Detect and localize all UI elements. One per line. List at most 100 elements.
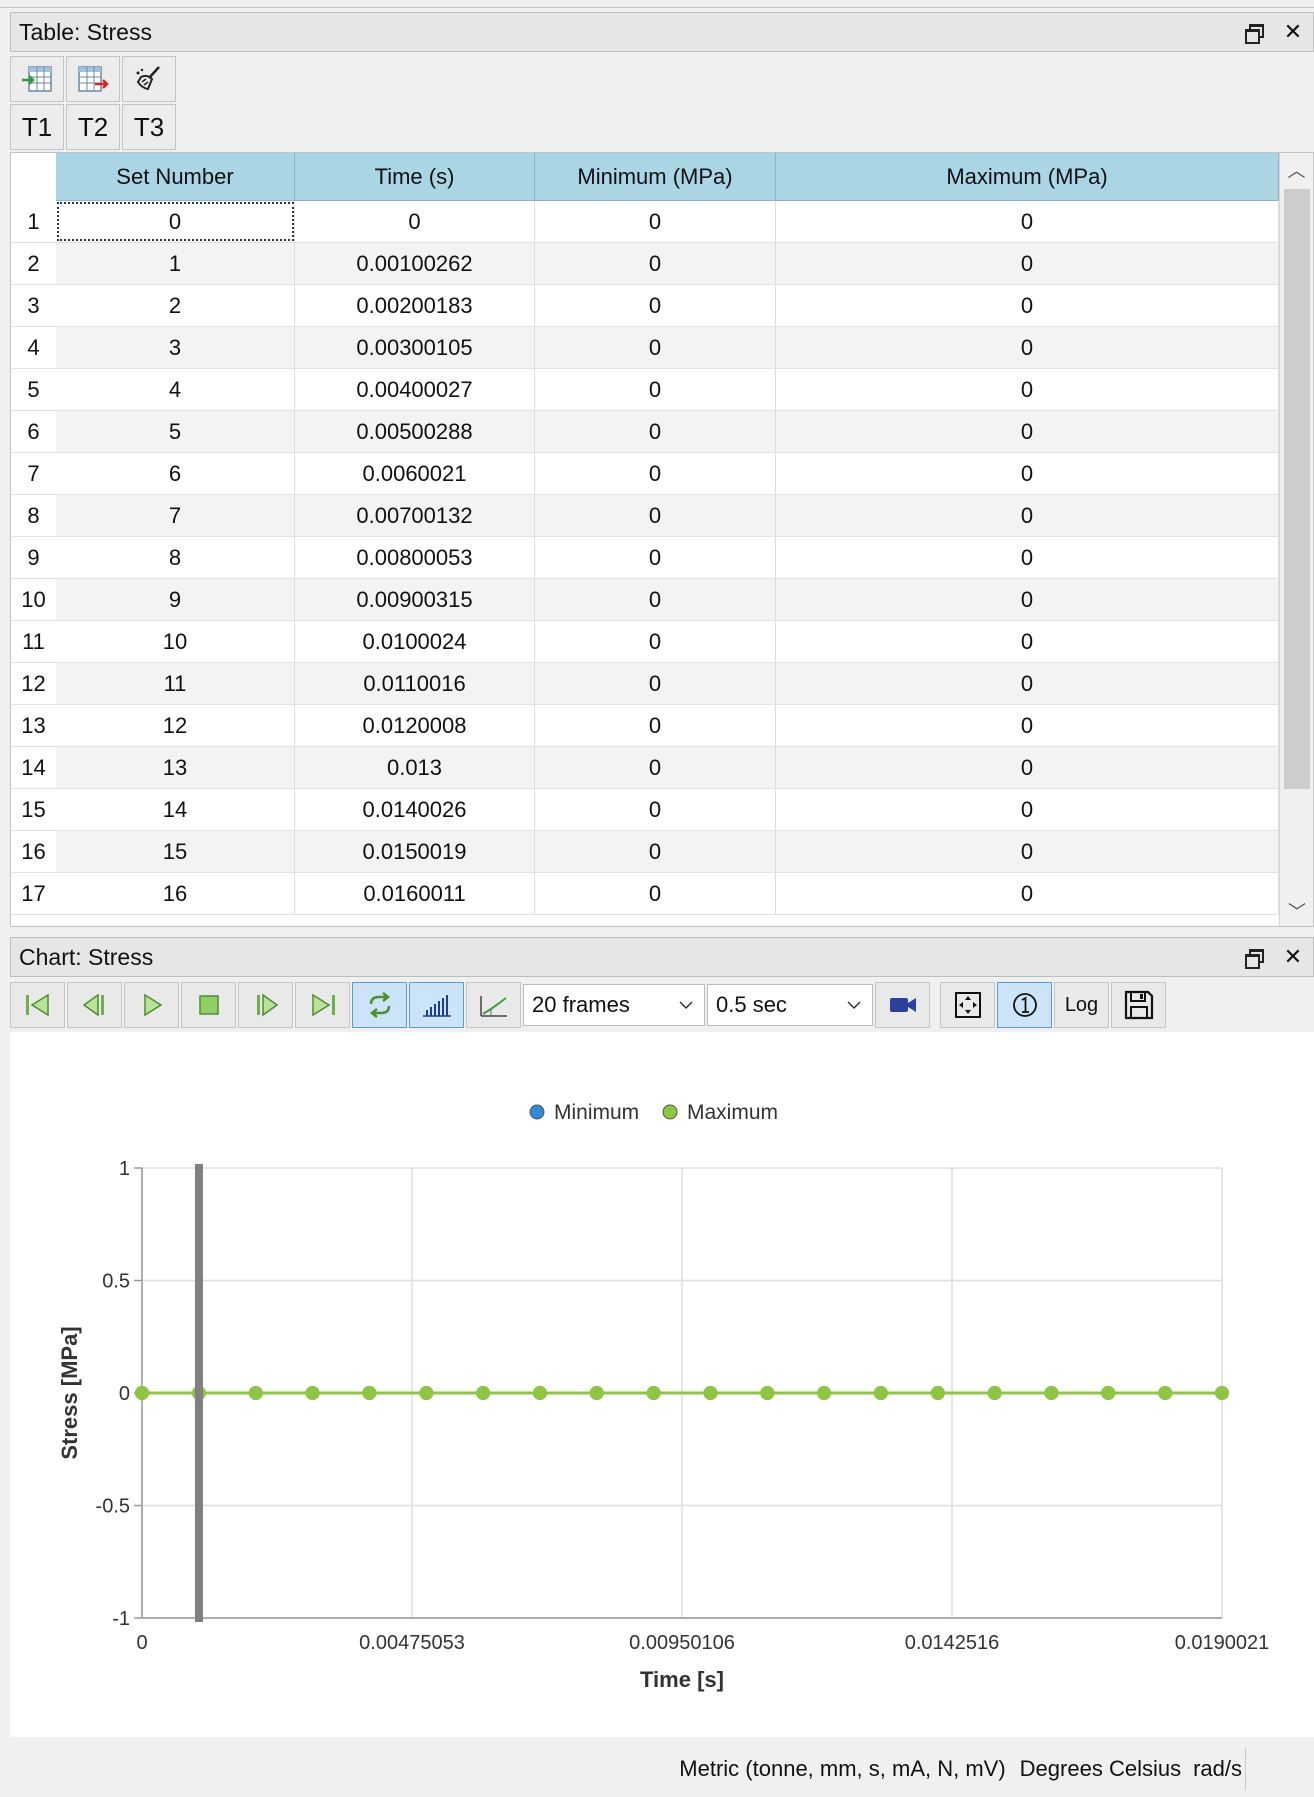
cell-minimum[interactable]: 0	[535, 537, 776, 578]
cell-set-number[interactable]: 4	[56, 369, 295, 410]
cell-minimum[interactable]: 0	[535, 873, 776, 914]
table-row[interactable]: 2 1 0.00100262 0 0	[11, 243, 1279, 285]
cell-set-number[interactable]: 14	[56, 789, 295, 830]
column-header-maximum[interactable]: Maximum (MPa)	[776, 153, 1279, 201]
table-row[interactable]: 10000	[11, 201, 1279, 243]
table-row[interactable]: 16 15 0.0150019 0 0	[11, 831, 1279, 873]
cell-maximum[interactable]: 0	[776, 579, 1279, 620]
cell-set-number[interactable]: 6	[56, 453, 295, 494]
cell-minimum[interactable]: 0	[535, 243, 776, 284]
cell-minimum[interactable]: 0	[535, 747, 776, 788]
row-number[interactable]: 11	[11, 621, 56, 662]
table-row[interactable]: 6 5 0.00500288 0 0	[11, 411, 1279, 453]
cell-maximum[interactable]: 0	[776, 621, 1279, 662]
table-close-button[interactable]: ✕	[1273, 13, 1313, 51]
cell-minimum[interactable]: 0	[535, 495, 776, 536]
cell-minimum[interactable]: 0	[535, 285, 776, 326]
cell-time[interactable]: 0.00400027	[295, 369, 535, 410]
cell-set-number[interactable]: 12	[56, 705, 295, 746]
bar-chart-toggle-button[interactable]	[409, 982, 464, 1028]
next-frame-button[interactable]	[238, 982, 293, 1028]
column-header-minimum[interactable]: Minimum (MPa)	[535, 153, 776, 201]
table-row[interactable]: 5 4 0.00400027 0 0	[11, 369, 1279, 411]
row-number[interactable]: 5	[11, 369, 56, 410]
scroll-down-icon[interactable]: ﹀	[1280, 894, 1313, 926]
mark-one-toggle-button[interactable]	[997, 982, 1052, 1028]
row-number[interactable]: 9	[11, 537, 56, 578]
table-row[interactable]: 9 8 0.00800053 0 0	[11, 537, 1279, 579]
cell-time[interactable]: 0.00300105	[295, 327, 535, 368]
row-number[interactable]: 13	[11, 705, 56, 746]
cell-maximum[interactable]: 0	[776, 705, 1279, 746]
cell-minimum[interactable]: 0	[535, 831, 776, 872]
cell-maximum[interactable]: 0	[776, 411, 1279, 452]
cell-maximum[interactable]: 0	[776, 873, 1279, 914]
cell-set-number[interactable]: 3	[56, 327, 295, 368]
table-vertical-scrollbar[interactable]: ︿ ﹀	[1279, 153, 1313, 926]
row-number[interactable]: 12	[11, 663, 56, 704]
cell-maximum[interactable]: 0	[776, 495, 1279, 536]
tab-t3[interactable]: T3	[122, 104, 176, 150]
row-number[interactable]: 15	[11, 789, 56, 830]
interval-select[interactable]: 0.5 sec	[707, 984, 873, 1026]
play-button[interactable]	[124, 982, 179, 1028]
clear-table-button[interactable]	[122, 56, 176, 102]
cell-set-number[interactable]: 16	[56, 873, 295, 914]
cell-time[interactable]: 0.00500288	[295, 411, 535, 452]
cell-maximum[interactable]: 0	[776, 201, 1279, 242]
table-row[interactable]: 17 16 0.0160011 0 0	[11, 873, 1279, 915]
cell-time[interactable]: 0.00100262	[295, 243, 535, 284]
import-table-button[interactable]	[10, 56, 64, 102]
tab-t1[interactable]: T1	[10, 104, 64, 150]
export-table-button[interactable]	[66, 56, 120, 102]
table-row[interactable]: 12 11 0.0110016 0 0	[11, 663, 1279, 705]
cell-minimum[interactable]: 0	[535, 789, 776, 830]
row-number[interactable]: 6	[11, 411, 56, 452]
cell-maximum[interactable]: 0	[776, 453, 1279, 494]
previous-frame-button[interactable]	[67, 982, 122, 1028]
table-row[interactable]: 3 2 0.00200183 0 0	[11, 285, 1279, 327]
cell-time[interactable]: 0.00900315	[295, 579, 535, 620]
cell-maximum[interactable]: 0	[776, 369, 1279, 410]
row-number[interactable]: 16	[11, 831, 56, 872]
cell-maximum[interactable]: 0	[776, 327, 1279, 368]
cell-time[interactable]: 0.0140026	[295, 789, 535, 830]
table-row[interactable]: 14 13 0.013 0 0	[11, 747, 1279, 789]
record-video-button[interactable]	[875, 982, 930, 1028]
cell-maximum[interactable]: 0	[776, 243, 1279, 284]
stop-button[interactable]	[181, 982, 236, 1028]
cell-time[interactable]: 0.0160011	[295, 873, 535, 914]
chart-close-button[interactable]: ✕	[1273, 938, 1313, 976]
cell-set-number[interactable]: 10	[56, 621, 295, 662]
cell-time[interactable]: 0.0150019	[295, 831, 535, 872]
cell-minimum[interactable]: 0	[535, 453, 776, 494]
loop-toggle-button[interactable]	[352, 982, 407, 1028]
cell-maximum[interactable]: 0	[776, 831, 1279, 872]
row-number[interactable]: 17	[11, 873, 56, 914]
scroll-up-icon[interactable]: ︿	[1280, 153, 1313, 187]
cell-time[interactable]: 0.0100024	[295, 621, 535, 662]
row-number[interactable]: 7	[11, 453, 56, 494]
cell-minimum[interactable]: 0	[535, 705, 776, 746]
chart-restore-button[interactable]	[1233, 938, 1273, 976]
cell-set-number[interactable]: 8	[56, 537, 295, 578]
table-row[interactable]: 13 12 0.0120008 0 0	[11, 705, 1279, 747]
cell-set-number[interactable]: 15	[56, 831, 295, 872]
cell-set-number[interactable]: 2	[56, 285, 295, 326]
table-row[interactable]: 7 6 0.0060021 0 0	[11, 453, 1279, 495]
row-number[interactable]: 2	[11, 243, 56, 284]
row-number[interactable]: 10	[11, 579, 56, 620]
first-frame-button[interactable]	[10, 982, 65, 1028]
area-chart-toggle-button[interactable]	[466, 982, 521, 1028]
cell-maximum[interactable]: 0	[776, 537, 1279, 578]
row-number[interactable]: 1	[11, 201, 56, 242]
cell-maximum[interactable]: 0	[776, 285, 1279, 326]
table-row[interactable]: 15 14 0.0140026 0 0	[11, 789, 1279, 831]
row-number[interactable]: 14	[11, 747, 56, 788]
cell-time[interactable]: 0.00200183	[295, 285, 535, 326]
row-number[interactable]: 4	[11, 327, 56, 368]
cell-maximum[interactable]: 0	[776, 747, 1279, 788]
table-row[interactable]: 11 10 0.0100024 0 0	[11, 621, 1279, 663]
cell-time[interactable]: 0.0110016	[295, 663, 535, 704]
row-number[interactable]: 8	[11, 495, 56, 536]
